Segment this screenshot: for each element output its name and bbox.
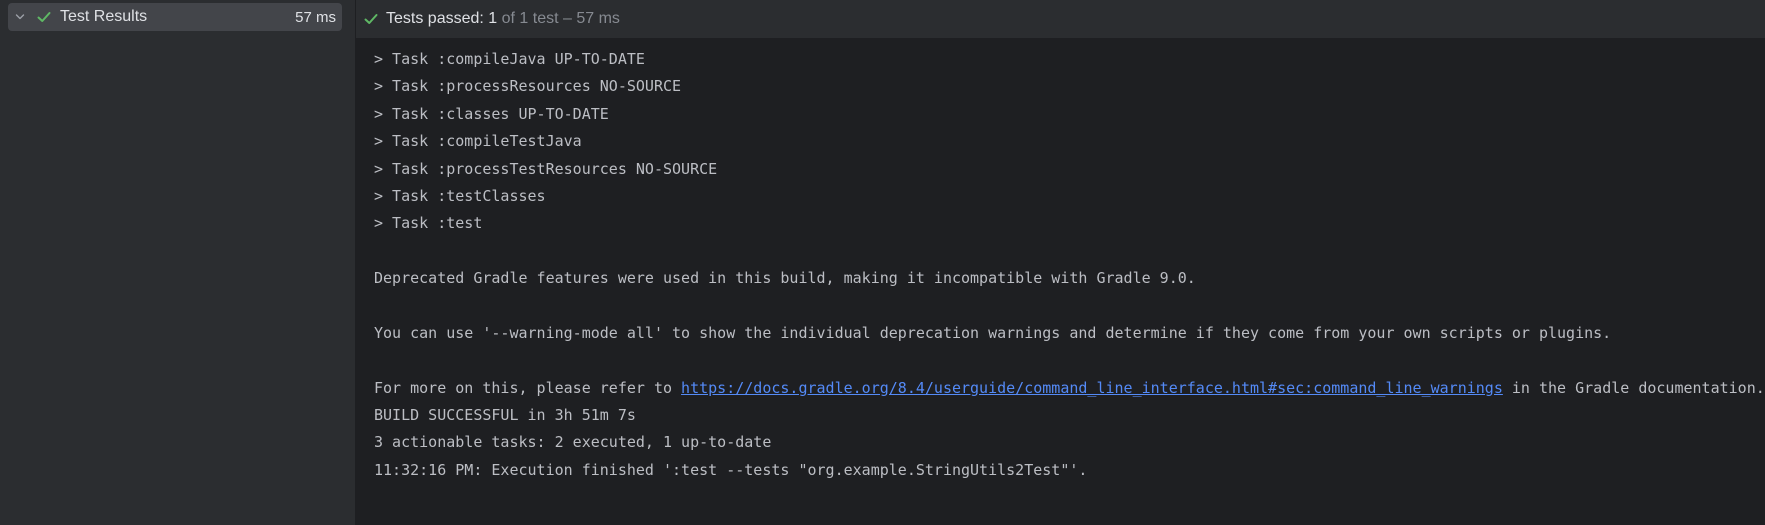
console-line: > Task :processTestResources NO-SOURCE [374, 159, 718, 178]
console-line: BUILD SUCCESSFUL in 3h 51m 7s [374, 406, 636, 425]
console-line: > Task :classes UP-TO-DATE [374, 104, 609, 123]
console-line: You can use '--warning-mode all' to show… [374, 323, 1612, 342]
test-duration: 57 ms [295, 8, 336, 26]
chevron-down-icon[interactable] [10, 3, 30, 31]
check-icon [362, 0, 380, 39]
console-panel: Tests passed: 1 of 1 test – 57 ms > Task… [356, 0, 1765, 525]
test-runner-window: Test Results 57 ms Tests passed: 1 of 1 … [0, 0, 1765, 525]
console-line: Deprecated Gradle features were used in … [374, 269, 1196, 288]
console-line: > Task :compileJava UP-TO-DATE [374, 50, 645, 68]
tests-passed-label: Tests passed: 1 [386, 10, 498, 27]
console-line: > Task :processResources NO-SOURCE [374, 77, 682, 96]
console-line: > Task :test [374, 214, 483, 233]
refer-prefix: For more on this, please refer to [374, 378, 682, 397]
check-icon [34, 3, 54, 31]
test-tree-root[interactable]: Test Results 57 ms [8, 3, 342, 31]
tests-passed-detail: of 1 test – 57 ms [497, 10, 620, 27]
console-line: 11:32:16 PM: Execution finished ':test -… [374, 460, 1088, 479]
console-output[interactable]: > Task :compileJava UP-TO-DATE > Task :p… [356, 39, 1765, 525]
gradle-docs-link[interactable]: https://docs.gradle.org/8.4/userguide/co… [681, 379, 1503, 397]
test-tree-panel: Test Results 57 ms [0, 0, 356, 525]
test-tree-root-label: Test Results [60, 8, 148, 25]
console-line: > Task :testClasses [374, 186, 546, 205]
test-status-text: Tests passed: 1 of 1 test – 57 ms [386, 10, 620, 28]
console-line: 3 actionable tasks: 2 executed, 1 up-to-… [374, 433, 772, 452]
console-line: > Task :compileTestJava [374, 132, 582, 151]
test-status-bar: Tests passed: 1 of 1 test – 57 ms [356, 0, 1765, 39]
refer-suffix: in the Gradle documentation. [1502, 378, 1765, 397]
console-line-refer: For more on this, please refer to https:… [374, 375, 1765, 402]
